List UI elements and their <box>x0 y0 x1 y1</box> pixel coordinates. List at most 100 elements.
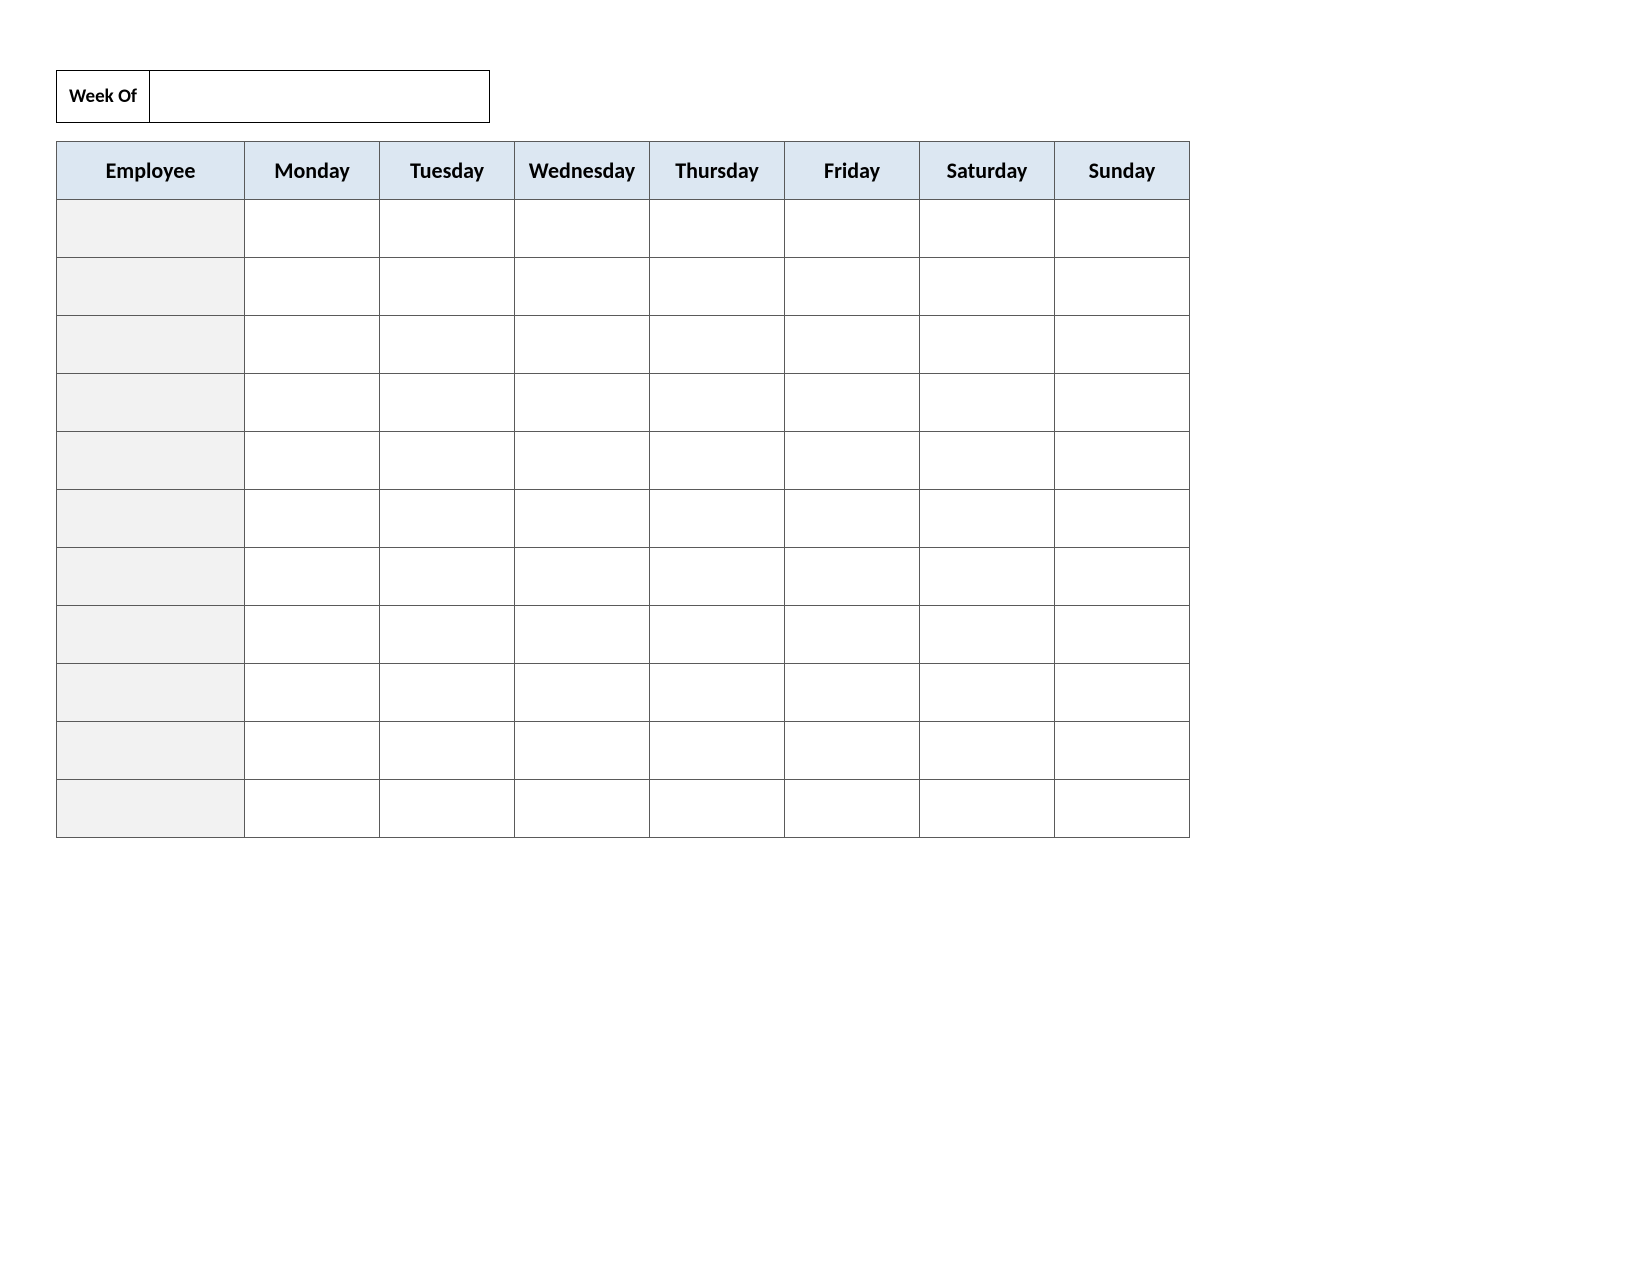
schedule-cell[interactable] <box>785 548 920 606</box>
schedule-cell[interactable] <box>785 780 920 838</box>
schedule-cell[interactable] <box>785 258 920 316</box>
schedule-cell[interactable] <box>785 606 920 664</box>
schedule-cell[interactable] <box>920 490 1055 548</box>
schedule-cell[interactable] <box>1055 780 1190 838</box>
employee-cell[interactable] <box>57 664 245 722</box>
schedule-cell[interactable] <box>245 490 380 548</box>
schedule-cell[interactable] <box>920 258 1055 316</box>
schedule-cell[interactable] <box>920 780 1055 838</box>
schedule-cell[interactable] <box>515 606 650 664</box>
schedule-cell[interactable] <box>1055 432 1190 490</box>
employee-cell[interactable] <box>57 432 245 490</box>
schedule-cell[interactable] <box>515 722 650 780</box>
employee-cell[interactable] <box>57 722 245 780</box>
schedule-cell[interactable] <box>650 432 785 490</box>
schedule-cell[interactable] <box>380 432 515 490</box>
schedule-cell[interactable] <box>380 664 515 722</box>
schedule-cell[interactable] <box>920 316 1055 374</box>
schedule-cell[interactable] <box>515 780 650 838</box>
header-employee: Employee <box>57 142 245 200</box>
schedule-cell[interactable] <box>785 374 920 432</box>
schedule-cell[interactable] <box>515 548 650 606</box>
schedule-cell[interactable] <box>650 316 785 374</box>
schedule-cell[interactable] <box>245 780 380 838</box>
schedule-cell[interactable] <box>380 258 515 316</box>
schedule-cell[interactable] <box>920 374 1055 432</box>
schedule-cell[interactable] <box>245 606 380 664</box>
schedule-cell[interactable] <box>920 200 1055 258</box>
schedule-cell[interactable] <box>785 432 920 490</box>
schedule-cell[interactable] <box>1055 490 1190 548</box>
employee-cell[interactable] <box>57 258 245 316</box>
schedule-cell[interactable] <box>920 548 1055 606</box>
schedule-cell[interactable] <box>1055 374 1190 432</box>
week-of-input[interactable] <box>150 70 490 123</box>
schedule-cell[interactable] <box>1055 258 1190 316</box>
table-row <box>57 200 1190 258</box>
header-wednesday: Wednesday <box>515 142 650 200</box>
schedule-cell[interactable] <box>515 374 650 432</box>
table-row <box>57 606 1190 664</box>
schedule-cell[interactable] <box>245 432 380 490</box>
schedule-cell[interactable] <box>650 664 785 722</box>
schedule-cell[interactable] <box>920 664 1055 722</box>
table-body <box>57 200 1190 838</box>
schedule-cell[interactable] <box>785 722 920 780</box>
schedule-cell[interactable] <box>1055 316 1190 374</box>
schedule-cell[interactable] <box>245 664 380 722</box>
schedule-cell[interactable] <box>380 722 515 780</box>
schedule-cell[interactable] <box>515 490 650 548</box>
schedule-cell[interactable] <box>515 200 650 258</box>
week-of-label: Week Of <box>56 70 150 123</box>
schedule-cell[interactable] <box>1055 722 1190 780</box>
schedule-cell[interactable] <box>380 200 515 258</box>
schedule-cell[interactable] <box>515 316 650 374</box>
schedule-cell[interactable] <box>380 374 515 432</box>
schedule-cell[interactable] <box>245 258 380 316</box>
schedule-cell[interactable] <box>515 258 650 316</box>
employee-cell[interactable] <box>57 316 245 374</box>
schedule-cell[interactable] <box>785 316 920 374</box>
schedule-cell[interactable] <box>245 316 380 374</box>
schedule-cell[interactable] <box>650 780 785 838</box>
employee-cell[interactable] <box>57 606 245 664</box>
schedule-cell[interactable] <box>245 200 380 258</box>
employee-cell[interactable] <box>57 548 245 606</box>
schedule-document: Week Of Employee Monday Tuesday Wednesda… <box>56 70 1190 838</box>
schedule-cell[interactable] <box>650 722 785 780</box>
schedule-cell[interactable] <box>650 490 785 548</box>
schedule-cell[interactable] <box>920 606 1055 664</box>
schedule-cell[interactable] <box>650 374 785 432</box>
schedule-cell[interactable] <box>920 722 1055 780</box>
employee-cell[interactable] <box>57 374 245 432</box>
schedule-cell[interactable] <box>380 316 515 374</box>
schedule-cell[interactable] <box>515 432 650 490</box>
header-saturday: Saturday <box>920 142 1055 200</box>
schedule-cell[interactable] <box>245 548 380 606</box>
schedule-cell[interactable] <box>650 548 785 606</box>
schedule-cell[interactable] <box>380 548 515 606</box>
schedule-cell[interactable] <box>650 606 785 664</box>
schedule-cell[interactable] <box>380 606 515 664</box>
employee-cell[interactable] <box>57 490 245 548</box>
table-header-row: Employee Monday Tuesday Wednesday Thursd… <box>57 142 1190 200</box>
schedule-cell[interactable] <box>380 490 515 548</box>
schedule-cell[interactable] <box>785 490 920 548</box>
table-row <box>57 432 1190 490</box>
schedule-cell[interactable] <box>785 200 920 258</box>
schedule-cell[interactable] <box>1055 200 1190 258</box>
schedule-cell[interactable] <box>1055 548 1190 606</box>
schedule-cell[interactable] <box>1055 664 1190 722</box>
employee-cell[interactable] <box>57 780 245 838</box>
schedule-cell[interactable] <box>1055 606 1190 664</box>
schedule-cell[interactable] <box>245 374 380 432</box>
schedule-cell[interactable] <box>785 664 920 722</box>
schedule-cell[interactable] <box>650 200 785 258</box>
schedule-cell[interactable] <box>650 258 785 316</box>
table-row <box>57 374 1190 432</box>
schedule-cell[interactable] <box>245 722 380 780</box>
schedule-cell[interactable] <box>920 432 1055 490</box>
schedule-cell[interactable] <box>380 780 515 838</box>
schedule-cell[interactable] <box>515 664 650 722</box>
employee-cell[interactable] <box>57 200 245 258</box>
